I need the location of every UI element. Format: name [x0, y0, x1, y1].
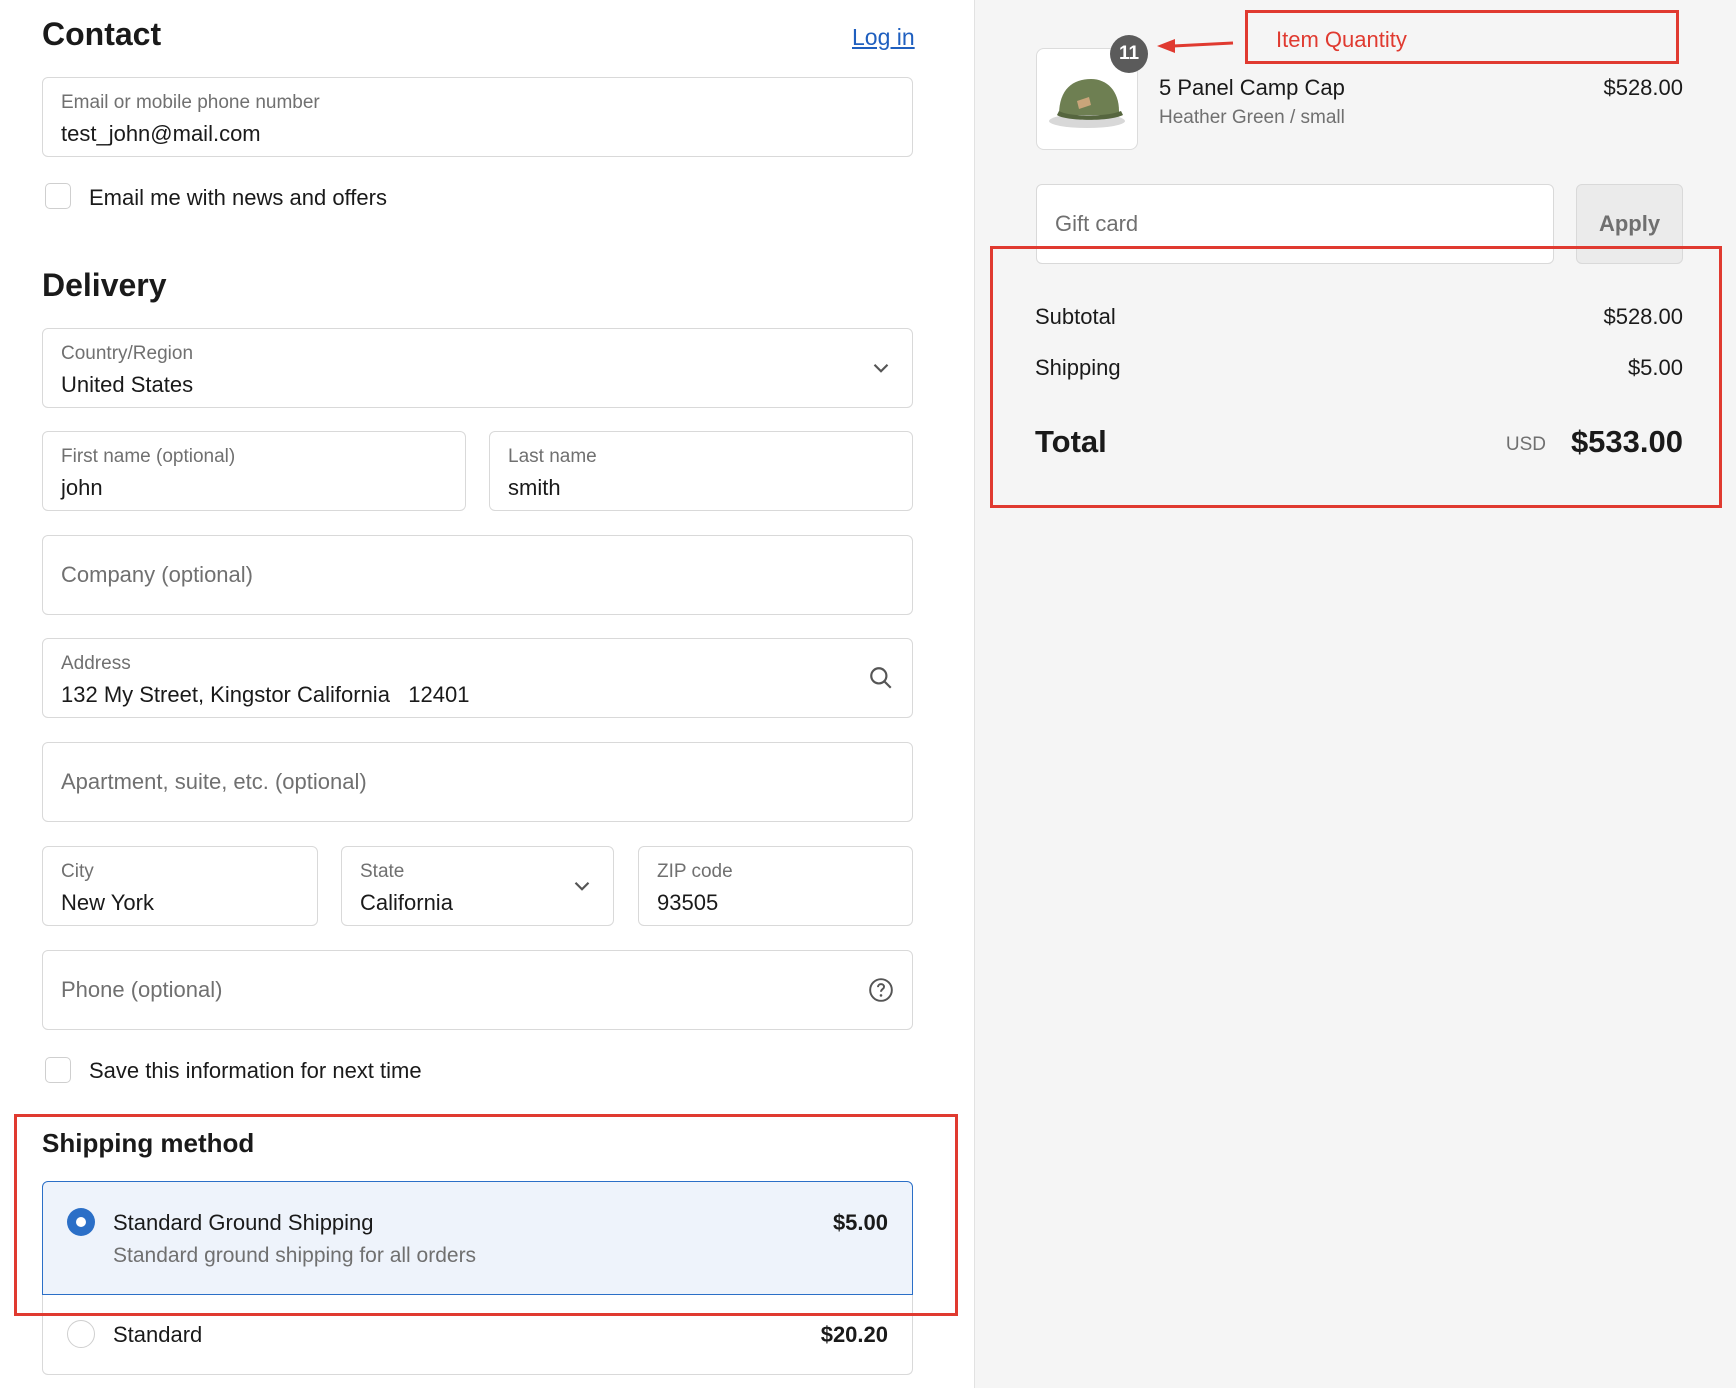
- save-info-checkbox[interactable]: [45, 1057, 71, 1083]
- email-value: test_john@mail.com: [61, 121, 261, 146]
- zip-field[interactable]: ZIP code 93505: [638, 846, 913, 926]
- chevron-down-icon: [574, 881, 590, 891]
- item-quantity-badge: 11: [1110, 35, 1148, 73]
- item-quantity-annotation-label: Item Quantity: [1276, 27, 1407, 52]
- country-label: Country/Region: [61, 343, 194, 364]
- radio-unselected[interactable]: [67, 1320, 95, 1348]
- address-value: 132 My Street, Kingstor California 12401: [61, 682, 470, 707]
- first-name-label: First name (optional): [61, 446, 236, 467]
- country-value: United States: [61, 372, 194, 397]
- last-name-field[interactable]: Last name smith: [489, 431, 913, 511]
- email-label: Email or mobile phone number: [61, 92, 320, 113]
- product-variant: Heather Green / small: [1159, 107, 1345, 128]
- save-info-label: Save this information for next time: [89, 1058, 422, 1083]
- last-name-value: smith: [508, 475, 561, 500]
- city-value: New York: [61, 890, 154, 915]
- login-link[interactable]: Log in: [852, 24, 915, 51]
- checkout-form: Contact Log in Email or mobile phone num…: [0, 0, 974, 1388]
- shipping-option-name: Standard: [113, 1322, 203, 1347]
- zip-label: ZIP code: [657, 861, 733, 882]
- address-field[interactable]: Address 132 My Street, Kingstor Californ…: [42, 638, 913, 718]
- city-field[interactable]: City New York: [42, 846, 318, 926]
- delivery-heading: Delivery: [42, 267, 167, 303]
- city-label: City: [61, 861, 94, 882]
- first-name-field[interactable]: First name (optional) john: [42, 431, 466, 511]
- shipping-method-annotation-box: [14, 1114, 958, 1316]
- apartment-placeholder: Apartment, suite, etc. (optional): [61, 769, 367, 794]
- annotation-arrow: [1157, 39, 1234, 53]
- news-checkbox[interactable]: [45, 183, 71, 209]
- first-name-value: john: [61, 475, 103, 500]
- shipping-option-price: $20.20: [820, 1322, 888, 1347]
- phone-field[interactable]: Phone (optional): [42, 950, 913, 1030]
- chevron-down-icon: [873, 363, 889, 373]
- state-select[interactable]: State California: [341, 846, 614, 926]
- address-label: Address: [61, 653, 131, 674]
- state-value: California: [360, 890, 453, 915]
- company-placeholder: Company (optional): [61, 562, 253, 587]
- country-select[interactable]: Country/Region United States: [42, 328, 913, 408]
- phone-placeholder: Phone (optional): [61, 977, 223, 1002]
- state-label: State: [360, 861, 405, 882]
- zip-value: 93505: [657, 890, 719, 915]
- apartment-field[interactable]: Apartment, suite, etc. (optional): [42, 742, 913, 822]
- totals-annotation-box: [990, 246, 1722, 508]
- company-field[interactable]: Company (optional): [42, 535, 913, 615]
- help-icon[interactable]: [868, 977, 894, 1003]
- last-name-label: Last name: [508, 446, 597, 467]
- email-field[interactable]: Email or mobile phone number test_john@m…: [42, 77, 913, 157]
- news-checkbox-label: Email me with news and offers: [89, 185, 387, 210]
- product-price: $528.00: [1603, 75, 1683, 100]
- contact-heading: Contact: [42, 16, 162, 52]
- search-icon[interactable]: [868, 665, 894, 691]
- product-name: 5 Panel Camp Cap: [1159, 75, 1345, 100]
